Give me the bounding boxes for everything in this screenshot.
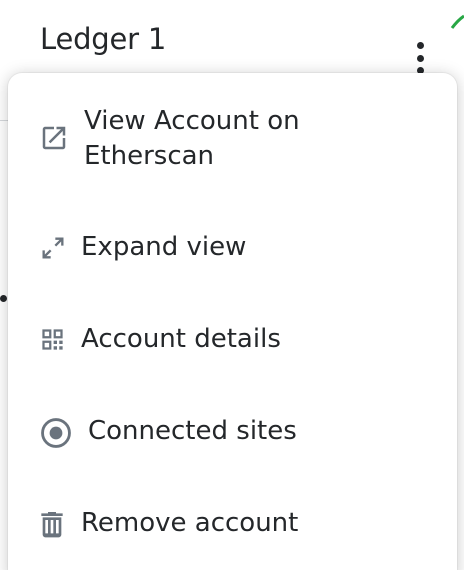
background-accent [448, 0, 464, 30]
expand-icon [42, 237, 64, 259]
menu-item-label-line2: Etherscan [84, 141, 215, 171]
menu-item-label: Connected sites [88, 416, 297, 446]
account-options-menu: View Account on Etherscan Expand view Ac… [8, 73, 457, 570]
account-name: Ledger 1 [40, 22, 167, 56]
account-menu-screen: Ledger 1 View Account on Etherscan Expan… [0, 0, 464, 570]
connected-sites-icon [41, 418, 71, 448]
menu-item-label: Remove account [81, 508, 299, 538]
kebab-dot [416, 54, 424, 62]
menu-item-view-on-etherscan[interactable]: View Account on Etherscan [8, 101, 457, 221]
menu-item-connected-sites[interactable]: Connected sites [8, 413, 457, 453]
menu-item-expand-view[interactable]: Expand view [8, 229, 457, 269]
menu-item-account-details[interactable]: Account details [8, 321, 457, 361]
menu-item-label: Expand view [81, 232, 247, 262]
qr-code-icon [42, 329, 63, 350]
menu-item-label: Account details [81, 324, 281, 354]
menu-item-label: View Account on [84, 106, 300, 136]
kebab-dot [416, 42, 424, 49]
external-link-icon [42, 126, 66, 150]
trash-icon [41, 512, 63, 538]
menu-item-remove-account[interactable]: Remove account [8, 505, 457, 545]
background-status-dot [0, 295, 7, 302]
account-options-button[interactable] [406, 40, 434, 76]
